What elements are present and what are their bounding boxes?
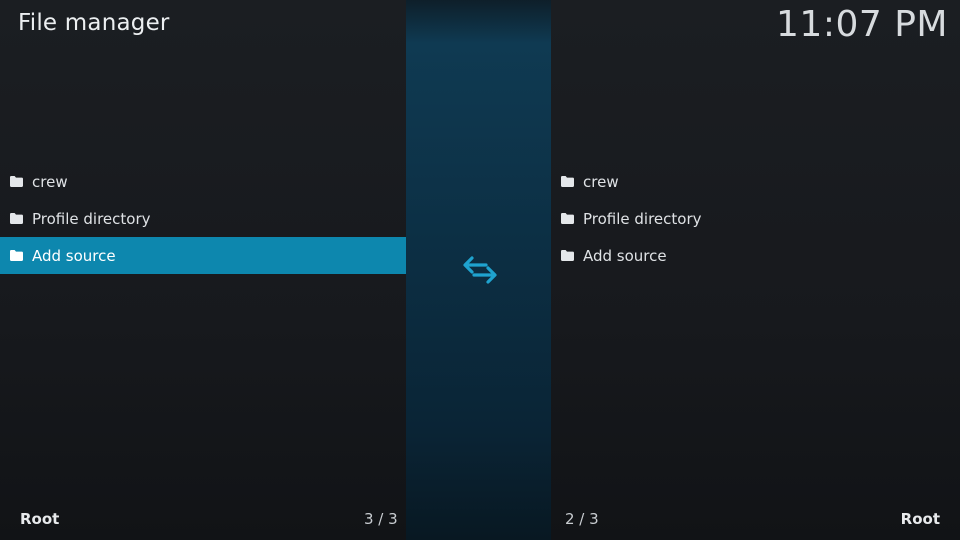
file-manager-screen: File manager 11:07 PM crew Profile direc… — [0, 0, 960, 540]
list-item-label: Profile directory — [583, 209, 702, 228]
list-item-profile-directory[interactable]: Profile directory — [0, 200, 406, 237]
list-item-add-source[interactable]: Add source — [551, 237, 960, 274]
folder-icon — [10, 213, 23, 224]
list-item-label: crew — [583, 172, 619, 191]
list-item-crew[interactable]: crew — [551, 163, 960, 200]
folder-icon — [10, 250, 23, 261]
folder-icon — [10, 176, 23, 187]
folder-icon — [561, 176, 574, 187]
list-item-add-source[interactable]: Add source — [0, 237, 406, 274]
folder-icon — [561, 213, 574, 224]
right-item-count: 2 / 3 — [565, 510, 599, 528]
folder-icon — [561, 250, 574, 261]
list-item-profile-directory[interactable]: Profile directory — [551, 200, 960, 237]
right-path-label: Root — [900, 510, 940, 528]
left-item-count: 3 / 3 — [364, 510, 398, 528]
clock: 11:07 PM — [776, 4, 948, 45]
list-item-label: Profile directory — [32, 209, 151, 228]
list-item-label: Add source — [583, 246, 667, 265]
list-item-label: crew — [32, 172, 68, 191]
list-item-crew[interactable]: crew — [0, 163, 406, 200]
list-item-label: Add source — [32, 246, 116, 265]
left-path-label: Root — [20, 510, 60, 528]
page-title: File manager — [18, 10, 170, 36]
right-file-list: crew Profile directory Add source — [551, 163, 960, 274]
left-file-list: crew Profile directory Add source — [0, 163, 406, 274]
swap-arrows-icon[interactable] — [462, 254, 498, 286]
